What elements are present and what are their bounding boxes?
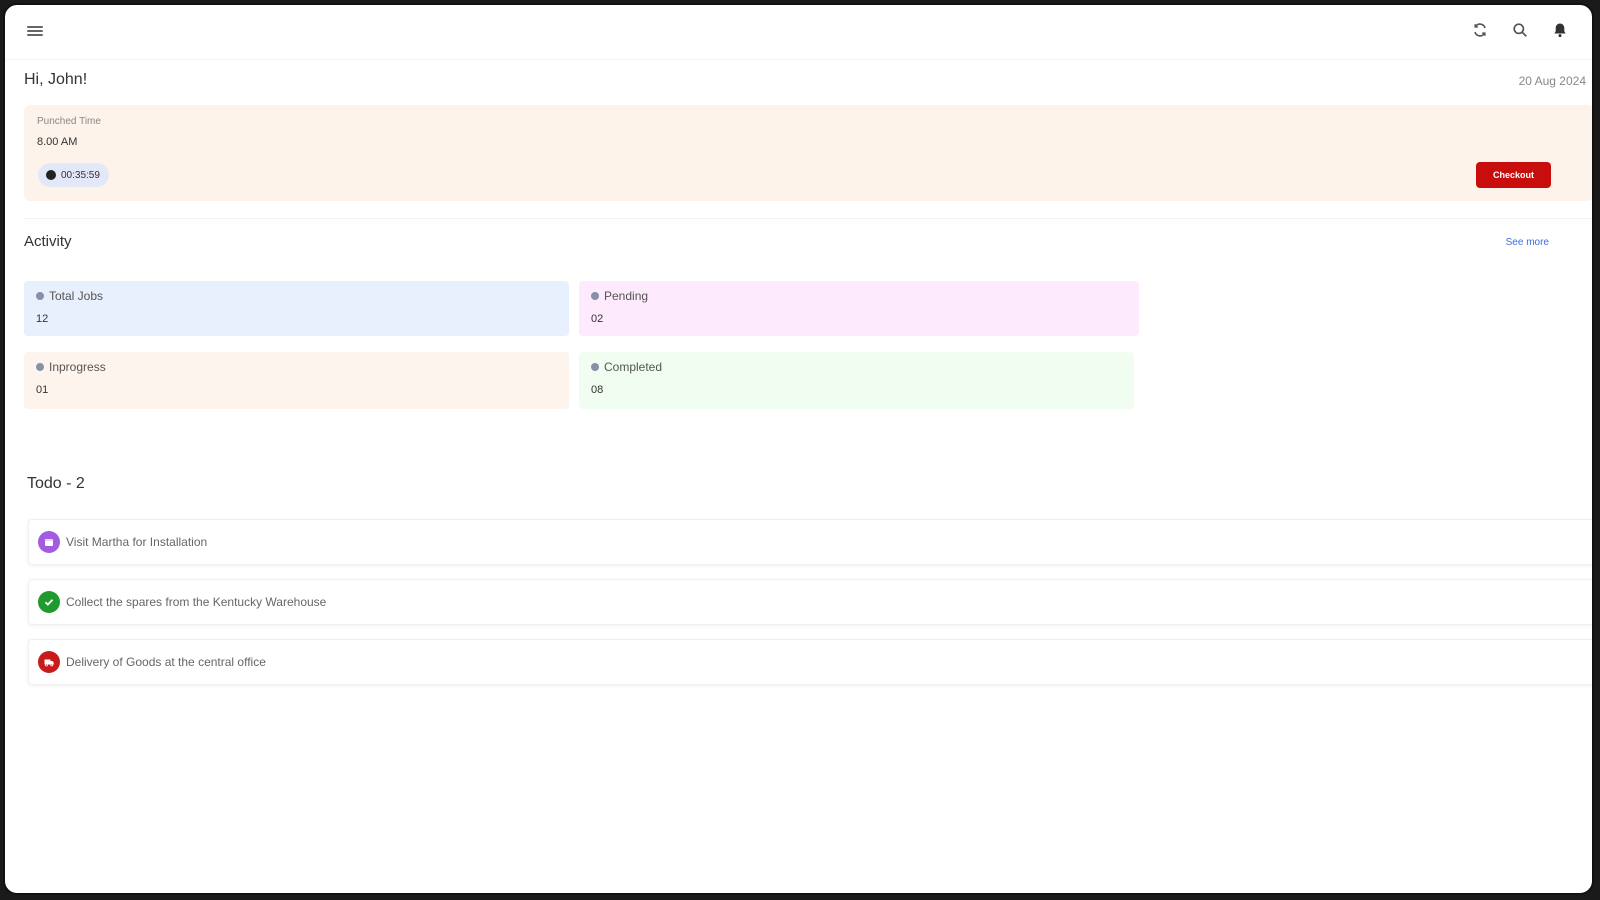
top-bar	[5, 5, 1592, 60]
activity-title: Activity	[24, 233, 72, 250]
stat-label-row: Inprogress	[36, 360, 557, 374]
stat-value: 08	[591, 384, 604, 396]
todo-item[interactable]: Collect the spares from the Kentucky War…	[28, 579, 1592, 625]
checkout-button[interactable]: Checkout	[1476, 162, 1551, 188]
truck-icon	[38, 651, 60, 673]
bullet-icon	[36, 292, 44, 300]
menu-icon[interactable]	[27, 24, 43, 38]
check-icon	[38, 591, 60, 613]
timer-icon	[46, 170, 56, 180]
stat-value: 02	[591, 313, 604, 325]
see-more-link[interactable]: See more	[1506, 237, 1549, 248]
stat-label: Pending	[604, 289, 649, 303]
todo-title: Todo - 2	[27, 475, 85, 492]
todo-text: Delivery of Goods at the central office	[66, 655, 266, 669]
stat-card-completed[interactable]: Completed 08	[579, 352, 1134, 409]
greeting: Hi, John!	[24, 71, 88, 88]
timer-value: 00:35:59	[61, 169, 100, 181]
bullet-icon	[591, 292, 599, 300]
stat-label: Inprogress	[49, 360, 106, 374]
calendar-icon	[38, 531, 60, 553]
divider	[24, 218, 1592, 219]
refresh-icon[interactable]	[1470, 19, 1490, 41]
todo-text: Collect the spares from the Kentucky War…	[66, 595, 327, 609]
search-icon[interactable]	[1510, 19, 1530, 41]
todo-text: Visit Martha for Installation	[66, 535, 208, 549]
punched-time-label: Punched Time	[37, 116, 101, 127]
top-actions	[1470, 19, 1570, 41]
stat-value: 01	[36, 384, 49, 396]
bullet-icon	[591, 363, 599, 371]
stat-card-inprogress[interactable]: Inprogress 01	[24, 352, 569, 409]
bullet-icon	[36, 363, 44, 371]
bell-icon[interactable]	[1550, 19, 1570, 41]
stat-label-row: Completed	[591, 360, 1122, 374]
todo-item[interactable]: Visit Martha for Installation	[28, 519, 1592, 565]
stat-label-row: Total Jobs	[36, 289, 557, 303]
stat-card-total-jobs[interactable]: Total Jobs 12	[24, 281, 569, 336]
punch-card: Punched Time 8.00 AM 00:35:59 Checkout	[24, 105, 1592, 201]
todo-item[interactable]: Delivery of Goods at the central office	[28, 639, 1592, 685]
stat-card-pending[interactable]: Pending 02	[579, 281, 1139, 336]
timer-badge: 00:35:59	[38, 163, 109, 187]
date-label: 20 Aug 2024	[1518, 74, 1586, 88]
stat-label: Completed	[604, 360, 663, 374]
stat-value: 12	[36, 313, 49, 325]
stat-label-row: Pending	[591, 289, 1127, 303]
stat-label: Total Jobs	[49, 289, 104, 303]
app-window: Hi, John! 20 Aug 2024 Punched Time 8.00 …	[3, 3, 1594, 895]
punched-time-value: 8.00 AM	[37, 136, 78, 148]
